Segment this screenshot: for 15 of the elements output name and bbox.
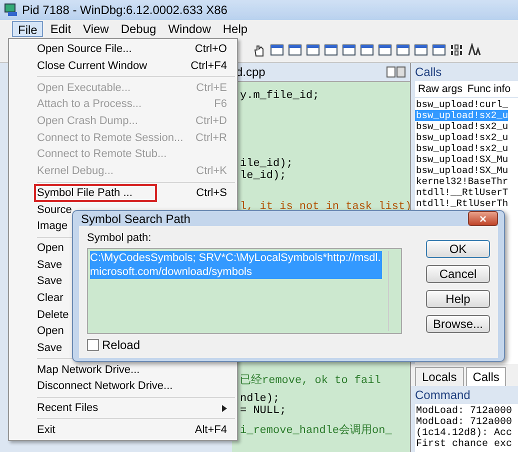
dialog-title: Symbol Search Path [81,212,190,226]
field-label: Symbol path: [87,232,152,244]
calls-window-title: Calls [414,64,443,81]
code-line: ndle); [240,393,281,405]
output-line: ModLoad: 712a000 [416,406,514,417]
code-line: i_remove_handle会调用on_ [240,425,393,437]
code-line: le_id); [240,170,288,182]
code-line: y.m_file_id; [240,90,320,102]
code-line: = NULL; [240,405,288,417]
output-line: (1c14.12d8): Acc [416,428,514,439]
output-line: First chance exc [416,439,514,450]
code-line: ile_id); [240,158,294,170]
code-line: 已经remove, ok to fail [240,375,382,387]
window-title: Pid 7188 - WinDbg:6.12.0002.633 X86 [22,3,228,17]
output-line: ModLoad: 712a000 [416,417,514,428]
